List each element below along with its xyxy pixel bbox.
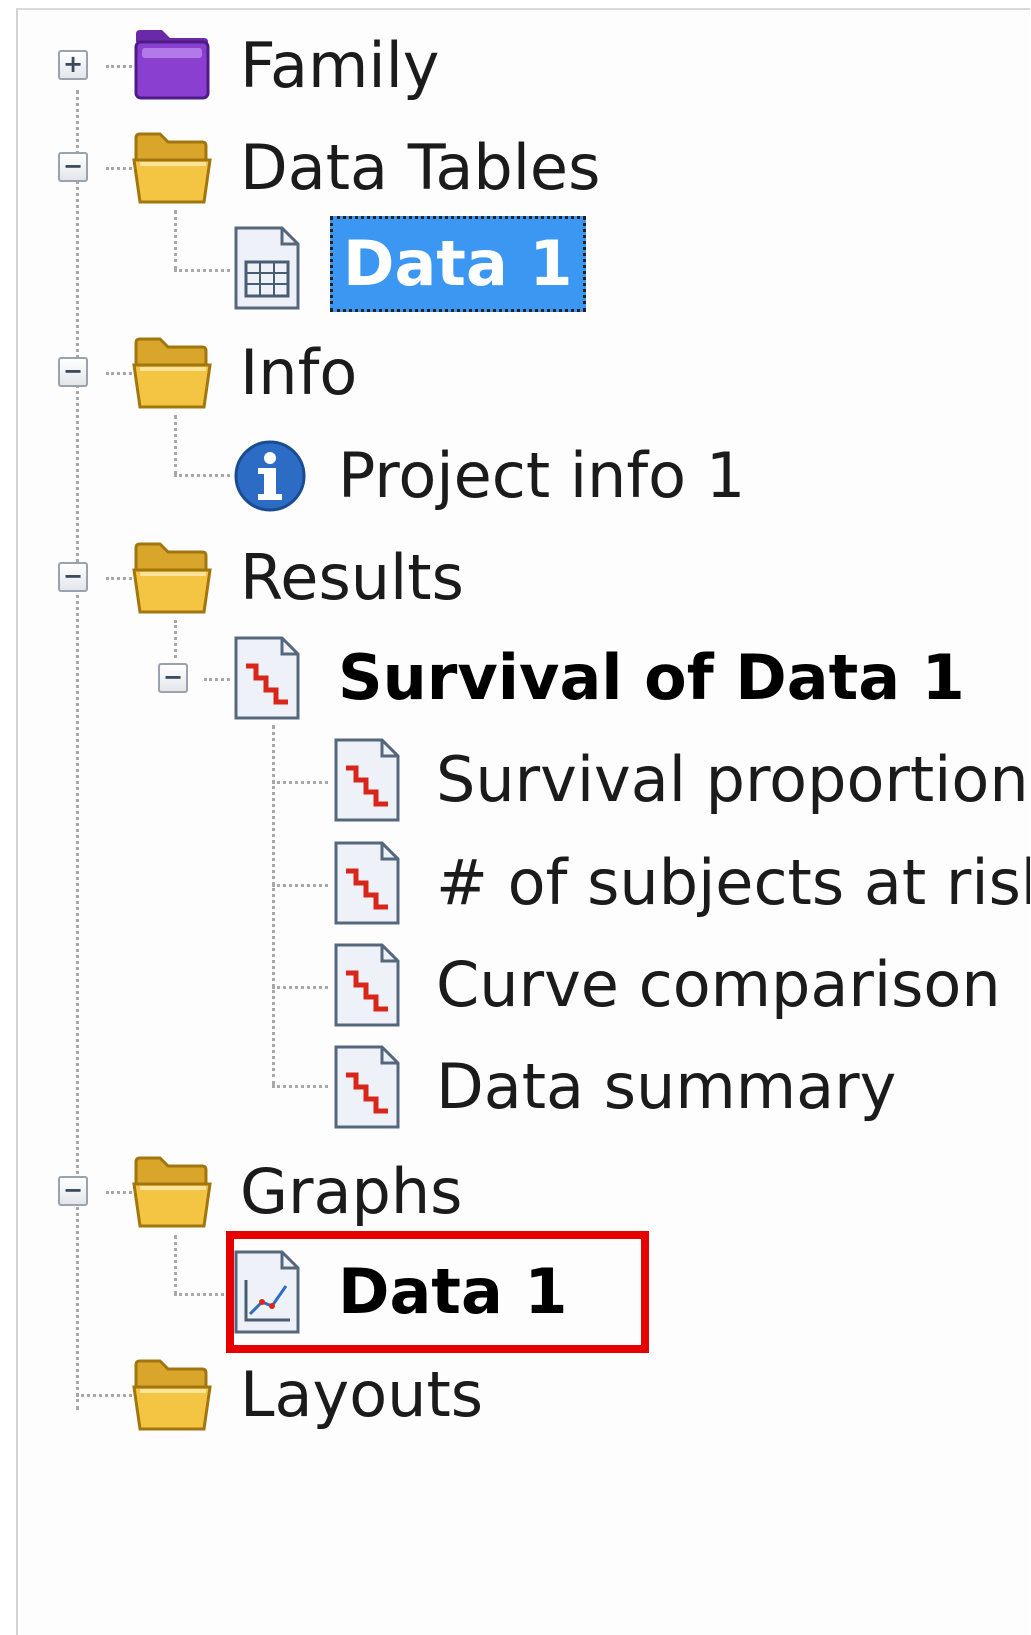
collapse-button-results[interactable]: − (58, 562, 88, 592)
survival-result-icon (334, 738, 400, 822)
folder-purple-icon (134, 30, 210, 100)
tree-line-info-children (174, 415, 177, 475)
tree-item-project-info-1[interactable]: Project info 1 (338, 436, 745, 516)
expand-button-family[interactable]: + (58, 50, 88, 80)
info-icon (234, 440, 306, 512)
tree-line-results (106, 577, 132, 580)
folder-open-icon (132, 132, 212, 204)
tree-item-data-summary[interactable]: Data summary (436, 1047, 896, 1127)
folder-open-icon (132, 542, 212, 614)
tree-item-data1-table-selected[interactable]: Data 1 (330, 216, 586, 312)
survival-result-icon (334, 943, 400, 1027)
survival-result-icon (334, 841, 400, 925)
tree-line-child-4 (272, 1085, 328, 1088)
tree-line-child-3 (272, 986, 328, 989)
tree-line-layouts (76, 1394, 132, 1397)
tree-line-root (76, 90, 79, 1410)
tree-line-family (106, 65, 132, 68)
tree-item-survival-of-data-1[interactable]: Survival of Data 1 (338, 638, 965, 718)
collapse-button-info[interactable]: − (58, 357, 88, 387)
folder-open-icon (132, 337, 212, 409)
tree-line-results-children (174, 620, 177, 658)
tree-item-survival-proportions[interactable]: Survival proportions (436, 740, 1030, 820)
tree-label-layouts[interactable]: Layouts (240, 1355, 483, 1435)
tree-line-graphs-children (174, 1235, 177, 1295)
tree-label-results[interactable]: Results (240, 538, 464, 618)
tree-line-child-1 (272, 781, 328, 784)
collapse-button-survival[interactable]: − (158, 663, 188, 693)
tree-label-family[interactable]: Family (240, 26, 440, 106)
tree-line-datatables (106, 167, 132, 170)
collapse-button-graphs[interactable]: − (58, 1176, 88, 1206)
data-table-icon (234, 226, 300, 310)
tree-line-data1 (174, 269, 230, 272)
tree-item-subjects-at-risk[interactable]: # of subjects at risk (436, 843, 1030, 923)
graph-icon (234, 1250, 300, 1334)
tree-line-child-2 (272, 884, 328, 887)
tree-label-datatables[interactable]: Data Tables (240, 128, 600, 208)
tree-item-graph-data1[interactable]: Data 1 (338, 1252, 568, 1332)
tree-line-info (106, 372, 132, 375)
tree-label-graphs[interactable]: Graphs (240, 1152, 462, 1232)
tree-line-graph-data1 (174, 1293, 230, 1296)
tree-line-graphs (106, 1191, 132, 1194)
tree-label-info[interactable]: Info (240, 333, 357, 413)
tree-line-projectinfo (174, 474, 230, 477)
folder-open-icon (132, 1359, 212, 1431)
folder-open-icon (132, 1156, 212, 1228)
survival-result-icon (334, 1045, 400, 1129)
collapse-button-datatables[interactable]: − (58, 152, 88, 182)
tree-line-survival-children (272, 725, 275, 1085)
navigator-tree: + Family − Data Tables Data 1 − Info Pro… (16, 8, 1030, 1635)
survival-result-icon (234, 636, 300, 720)
tree-line-survival (204, 678, 230, 681)
tree-line-datatables-children (174, 210, 177, 270)
tree-item-curve-comparison[interactable]: Curve comparison (436, 945, 1001, 1025)
